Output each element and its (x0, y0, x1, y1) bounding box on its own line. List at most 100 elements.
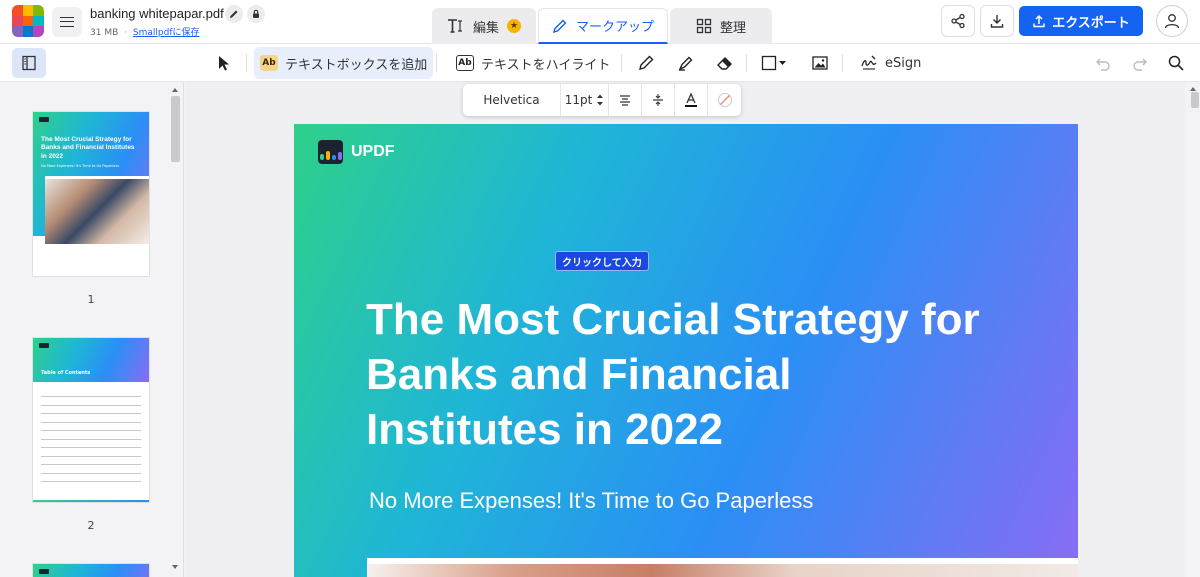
toc-line (41, 438, 141, 440)
export-label: エクスポート (1052, 15, 1130, 31)
redo-button[interactable] (1125, 47, 1155, 79)
toc-line (41, 396, 141, 397)
export-button[interactable]: エクスポート (1019, 6, 1143, 36)
grid-icon (696, 18, 712, 34)
main-menu-button[interactable] (52, 7, 82, 37)
toc-line (41, 404, 141, 406)
thumbnail-title: The Most Crucial Strategy for Banks and … (41, 136, 135, 160)
document-subline[interactable]: No More Expenses! It's Time to Go Paperl… (369, 488, 813, 514)
text-format-bar: Helvetica 11pt (463, 84, 741, 116)
mode-tabs: 編集 ★ マークアップ 整理 (432, 8, 774, 44)
user-icon (1164, 14, 1180, 29)
scroll-up-arrow-icon (172, 88, 178, 92)
redo-icon (1133, 58, 1147, 71)
thumbnail-logo (39, 117, 49, 122)
pdf-page-1[interactable]: UPDF クリックして入力 The Most Crucial Strategy … (294, 124, 1078, 577)
updf-brand: UPDF (318, 140, 395, 164)
eraser-icon (717, 57, 732, 70)
scroll-down-arrow-icon (172, 565, 178, 569)
esign-label: eSign (885, 55, 922, 71)
undo-button[interactable] (1088, 47, 1118, 79)
signature-icon (861, 55, 877, 70)
toolbar-divider (746, 54, 747, 72)
page-thumbnail-2[interactable]: Table of Contents (33, 338, 149, 502)
text-color-button[interactable] (675, 84, 708, 116)
logo-tile (33, 5, 44, 16)
image-icon (812, 56, 828, 70)
app-window: banking whitepapar.pdf 31 MB · Smallpdfに… (0, 0, 1200, 577)
meta-separator: · (124, 28, 128, 38)
shape-tool-dropdown[interactable] (755, 47, 795, 79)
page-number-1: 1 (87, 293, 95, 306)
file-name[interactable]: banking whitepapar.pdf (90, 6, 224, 21)
highlight-text-button[interactable]: Ab テキストをハイライト (450, 47, 616, 79)
search-icon (1168, 55, 1184, 71)
fill-color-button[interactable] (708, 84, 741, 116)
download-button[interactable] (980, 5, 1014, 37)
share-button[interactable] (941, 5, 975, 37)
thumbnail-header-band (33, 564, 149, 577)
pencil-icon (230, 10, 238, 18)
text-align-button[interactable] (609, 84, 642, 116)
tab-organize[interactable]: 整理 (670, 8, 772, 44)
user-avatar[interactable] (1156, 5, 1188, 37)
sidebar-panel-icon (22, 55, 36, 71)
page-thumbnail-1[interactable]: The Most Crucial Strategy for Banks and … (33, 112, 149, 276)
logo-tile (12, 5, 23, 16)
add-textbox-label: テキストボックスを追加 (285, 57, 428, 73)
esign-button[interactable]: eSign (854, 47, 927, 79)
textbox-ab-icon: Ab (260, 55, 278, 71)
rename-button[interactable] (225, 5, 243, 23)
toolbar-divider (621, 54, 622, 72)
tab-markup[interactable]: マークアップ (538, 8, 668, 44)
cursor-arrow-icon (219, 56, 229, 71)
add-textbox-button[interactable]: Ab テキストボックスを追加 (254, 47, 434, 79)
image-tool-button[interactable] (805, 47, 835, 79)
logo-tile (12, 26, 23, 37)
document-scrollbar[interactable] (1186, 82, 1200, 577)
tab-edit[interactable]: 編集 ★ (432, 8, 536, 44)
thumbnail-photo (45, 176, 149, 244)
select-tool-button[interactable] (210, 47, 238, 79)
pen-tool-button[interactable] (631, 47, 661, 79)
font-size-stepper[interactable]: 11pt (561, 84, 609, 116)
thumbnail-logo (39, 569, 49, 574)
logo-tile (22, 5, 34, 16)
page-number-2: 2 (87, 519, 95, 532)
stepper-arrows-icon (597, 94, 604, 106)
thumbnail-subtitle: No More Expenses! It's Time to Go Paperl… (41, 164, 120, 168)
upload-icon (1033, 14, 1045, 28)
click-to-type-tag[interactable]: クリックして入力 (555, 251, 649, 271)
file-size: 31 MB (90, 28, 119, 38)
updf-brand-name: UPDF (351, 143, 395, 160)
document-viewport: UPDF クリックして入力 The Most Crucial Strategy … (185, 82, 1185, 577)
tab-markup-label: マークアップ (575, 20, 654, 35)
thumbnail-panel: The Most Crucial Strategy for Banks and … (0, 82, 184, 577)
toc-line (41, 455, 141, 457)
text-edit-icon (447, 19, 462, 33)
align-center-icon (620, 95, 630, 106)
toc-line (41, 430, 141, 431)
search-button[interactable] (1161, 47, 1191, 79)
thumbnail-scroll-thumb[interactable] (171, 96, 180, 162)
app-logo[interactable] (12, 5, 44, 37)
toolbar-divider (842, 54, 843, 72)
document-headline[interactable]: The Most Crucial Strategy for Banks and … (366, 292, 986, 457)
undo-icon (1096, 58, 1110, 71)
thumbnail-toc-title: Table of Contents (41, 370, 91, 376)
highlight-text-label: テキストをハイライト (481, 57, 611, 73)
line-spacing-button[interactable] (642, 84, 675, 116)
document-scroll-thumb[interactable] (1191, 92, 1199, 108)
logo-tile (33, 26, 44, 37)
tab-organize-label: 整理 (719, 20, 746, 36)
thumbnail-footer-band (33, 500, 149, 502)
rectangle-shape-icon (761, 55, 786, 71)
lock-button[interactable] (247, 5, 265, 23)
save-to-smallpdf-link[interactable]: Smallpdfに保存 (133, 28, 200, 38)
thumbnail-logo (39, 343, 49, 348)
thumbnail-panel-toggle[interactable] (12, 48, 46, 78)
eraser-tool-button[interactable] (710, 47, 740, 79)
font-family-select[interactable]: Helvetica (463, 84, 561, 116)
page-thumbnail-3[interactable] (33, 564, 149, 577)
highlighter-tool-button[interactable] (671, 47, 701, 79)
